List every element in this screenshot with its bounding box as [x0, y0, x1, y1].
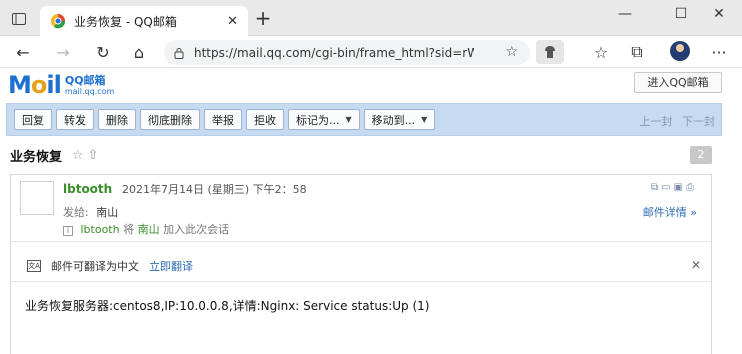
minimize-icon[interactable]: — [602, 0, 648, 28]
tab-actions-icon [12, 13, 26, 25]
mail-card: lbtooth 2021年7月14日 (星期三) 下午2：58 发给: 南山 i… [10, 174, 712, 354]
next-mail-link[interactable]: 下一封 [682, 115, 715, 128]
translate-now-link[interactable]: 立即翻译 [149, 258, 193, 274]
sender-avatar [20, 181, 54, 215]
translate-icon: 文A [27, 260, 41, 272]
note-icon[interactable]: ▭ [661, 182, 673, 193]
extension-icon[interactable] [536, 40, 564, 64]
reply-button[interactable]: 回复 [14, 109, 52, 130]
info-target[interactable]: 南山 [138, 223, 160, 236]
translate-text: 邮件可翻译为中文 [51, 260, 139, 273]
print-icon[interactable]: ⎙ [686, 182, 697, 193]
chevron-down-icon: ▼ [345, 115, 352, 124]
previous-mail-link[interactable]: 上一封 [640, 115, 673, 128]
home-icon[interactable]: ⌂ [126, 40, 152, 64]
chevron-down-icon: ▼ [421, 115, 428, 124]
url-text[interactable]: https://mail.qq.com/cgi-bin/frame_html?s… [194, 46, 474, 60]
mail-body: 业务恢复服务器:centos8,IP:10.0.0.8,详情:Nginx: Se… [25, 299, 430, 313]
mail-header: Moil QQ邮箱 mail.qq.com 进入QQ邮箱 [0, 69, 742, 103]
sender-line: lbtooth 2021年7月14日 (星期三) 下午2：58 [63, 181, 307, 197]
qq-mail-favicon-icon [51, 14, 66, 29]
mail-tool-icons: ⧉▭▣⎙ [651, 182, 697, 193]
move-to-dropdown[interactable]: 移动到... ▼ [363, 109, 436, 130]
divider [11, 241, 711, 242]
favorite-add-icon[interactable]: ☆ [505, 44, 518, 60]
recipient-line: 发给: 南山 [63, 204, 118, 220]
divider [11, 281, 711, 282]
delete-button[interactable]: 删除 [98, 109, 136, 130]
qq-mail-logo[interactable]: Moil QQ邮箱 mail.qq.com [8, 73, 114, 97]
translate-bar: 文A 邮件可翻译为中文 立即翻译 ✕ [27, 257, 701, 275]
sender-name[interactable]: lbtooth [63, 182, 112, 196]
lock-icon [174, 47, 184, 59]
subject-row: 业务恢复 ☆ ⇧ 2 [10, 146, 712, 166]
mail-action-bar: 回复 转发 删除 彻底删除 举报 拒收 标记为... ▼ 移动到... ▼ 上一… [6, 103, 722, 136]
info-sender[interactable]: lbtooth [81, 223, 120, 236]
back-icon[interactable]: ← [10, 40, 36, 64]
close-translate-icon[interactable]: ✕ [691, 258, 701, 272]
info-mid: 将 [123, 223, 135, 236]
info-icon: i [63, 226, 73, 236]
enter-qq-mail-button[interactable]: 进入QQ邮箱 [634, 72, 722, 93]
move-to-label: 移动到... [371, 113, 416, 127]
new-tab-icon[interactable]: + [252, 8, 274, 30]
conversation-count-badge: 2 [690, 146, 712, 164]
mail-details-link[interactable]: 邮件详情 » [643, 204, 697, 220]
favorites-icon[interactable]: ☆ [588, 40, 614, 64]
conversation-info: i lbtooth 将 南山 加入此次会话 [63, 221, 229, 237]
mail-navigation: 上一封 下一封 [634, 113, 716, 129]
forward-button[interactable]: 转发 [56, 109, 94, 130]
tab-title: 业务恢复 - QQ邮箱 [74, 14, 177, 29]
more-menu-icon[interactable]: ··· [706, 40, 732, 64]
profile-avatar[interactable] [670, 41, 690, 61]
chevron-down-icon: » [690, 206, 697, 219]
address-bar[interactable]: https://mail.qq.com/cgi-bin/frame_html?s… [164, 40, 530, 65]
brand-name: QQ邮箱 [64, 74, 106, 87]
tab-actions-button[interactable] [6, 7, 32, 31]
permanent-delete-button[interactable]: 彻底删除 [140, 109, 200, 130]
reject-button[interactable]: 拒收 [246, 109, 284, 130]
report-button[interactable]: 举报 [204, 109, 242, 130]
recipient-name[interactable]: 南山 [96, 206, 118, 219]
tab-close-icon[interactable]: ✕ [227, 14, 238, 29]
folder-icon[interactable]: ▣ [674, 182, 686, 193]
refresh-icon[interactable]: ↻ [90, 40, 116, 64]
collections-icon[interactable]: ⧉ [624, 40, 650, 64]
mark-as-label: 标记为... [296, 113, 340, 127]
priority-up-icon[interactable]: ⇧ [88, 148, 99, 163]
to-label: 发给: [63, 206, 89, 219]
forward-icon[interactable]: → [50, 40, 76, 64]
star-icon[interactable]: ☆ [72, 148, 84, 163]
window-close-icon[interactable]: ✕ [696, 0, 742, 28]
mail-date: 2021年7月14日 (星期三) 下午2：58 [122, 183, 307, 196]
browser-toolbar: ← → ↻ ⌂ https://mail.qq.com/cgi-bin/fram… [0, 36, 742, 68]
brand-domain: mail.qq.com [64, 87, 115, 96]
tab-strip: 业务恢复 - QQ邮箱 ✕ + — ☐ ✕ [0, 0, 742, 36]
mark-as-dropdown[interactable]: 标记为... ▼ [288, 109, 360, 130]
info-tail: 加入此次会话 [163, 223, 230, 236]
mail-subject: 业务恢复 [10, 150, 63, 165]
new-window-icon[interactable]: ⧉ [651, 182, 661, 193]
browser-tab[interactable]: 业务恢复 - QQ邮箱 ✕ [40, 6, 248, 36]
